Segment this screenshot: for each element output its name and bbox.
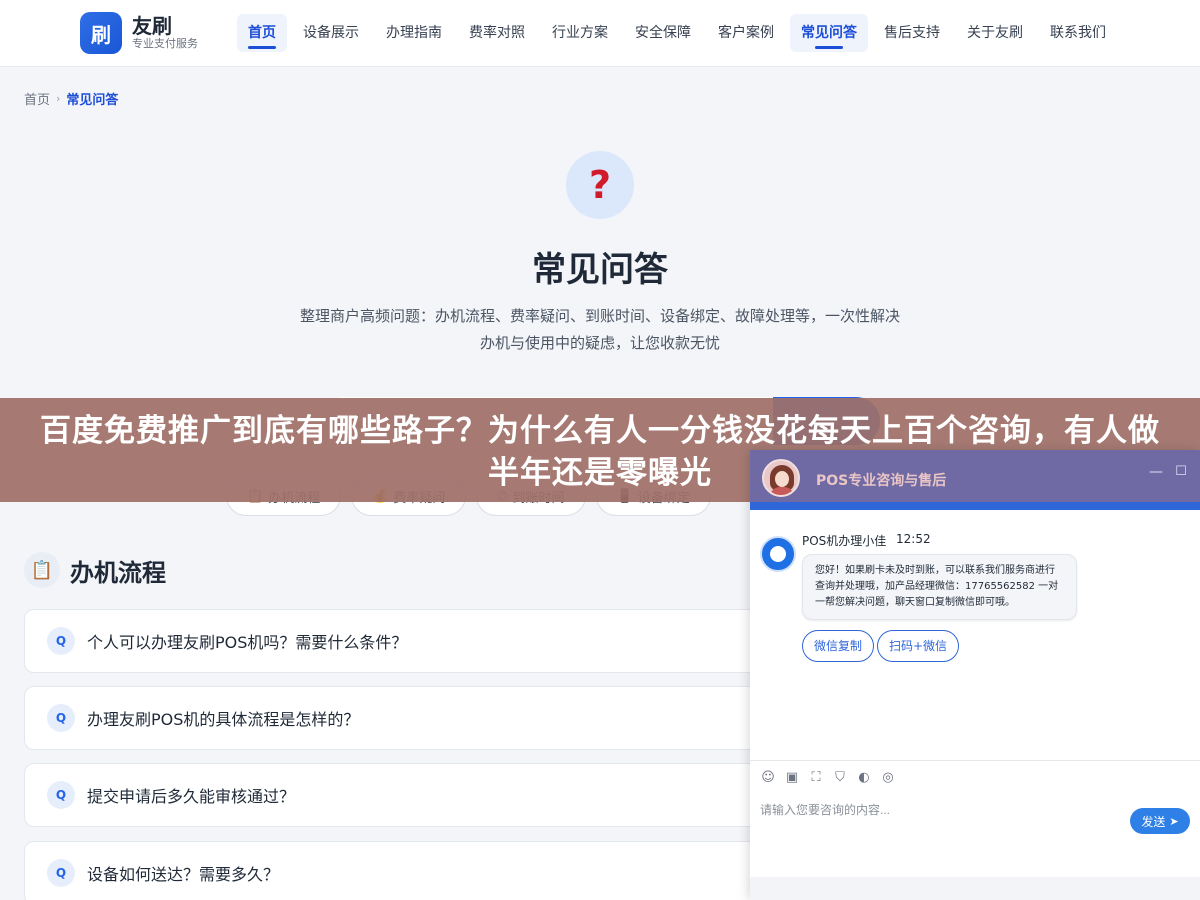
- section-heading: 📋 办机流程: [24, 552, 166, 588]
- shield-icon[interactable]: ⛉: [832, 770, 848, 786]
- faq-item[interactable]: Q 提交申请后多久能审核通过？: [24, 763, 784, 827]
- nav-item-devices[interactable]: 设备展示: [292, 14, 370, 52]
- brand-name: 友刷: [132, 14, 172, 38]
- nav-item-solutions[interactable]: 行业方案: [541, 14, 619, 52]
- nav-item-faq[interactable]: 常见问答: [790, 14, 868, 52]
- nav-item-security[interactable]: 安全保障: [624, 14, 702, 52]
- chat-message-input[interactable]: [760, 800, 1120, 820]
- chat-toolbar: ☺ ▣ ⛶ ⛉ ◐ ◎: [760, 770, 904, 786]
- question-mark-icon: ?: [566, 151, 634, 219]
- breadcrumb: 首页 › 常见问答: [24, 89, 118, 108]
- question-badge: Q: [47, 859, 75, 887]
- agent-name: POS机办理小佳: [802, 534, 887, 548]
- logo-mark: 刷: [80, 12, 122, 54]
- faq-question: 设备如何送达？需要多久？: [87, 865, 280, 884]
- brand-tagline: 专业支付服务: [132, 37, 198, 50]
- chat-title: POS专业咨询与售后: [816, 473, 947, 489]
- wechat-icon[interactable]: ◎: [880, 770, 896, 786]
- breadcrumb-home[interactable]: 首页: [24, 89, 50, 108]
- minimize-icon[interactable]: —: [1146, 462, 1166, 482]
- send-arrow-icon: ➤: [1169, 814, 1179, 828]
- logo-text: 友刷 专业支付服务: [132, 15, 198, 51]
- clipboard-icon: 📋: [24, 552, 60, 588]
- nav-item-guide[interactable]: 办理指南: [375, 14, 453, 52]
- nav-item-home[interactable]: 首页: [237, 14, 287, 52]
- page-description: 整理商户高频问题：办机流程、费率疑问、到账时间、设备绑定、故障处理等，一次性解决…: [300, 307, 901, 352]
- chat-widget: POS专业咨询与售后 — ☐ POS机办理小佳 12:52 您好！如果刷卡未及时…: [750, 450, 1200, 900]
- section-title: 办机流程: [70, 558, 166, 587]
- chat-message-bubble: 您好！如果刷卡未及时到账，可以联系我们服务商进行查询并处理哦，加产品经理微信：1…: [802, 554, 1077, 620]
- faq-item[interactable]: Q 办理友刷POS机的具体流程是怎样的？: [24, 686, 784, 750]
- chat-footer: [750, 877, 1200, 900]
- faq-question: 个人可以办理友刷POS机吗？需要什么条件？: [87, 633, 408, 652]
- question-badge: Q: [47, 704, 75, 732]
- site-header: 刷 友刷 专业支付服务 首页 设备展示 办理指南 费率对照 行业方案 安全保障 …: [0, 0, 1200, 67]
- main-nav: 首页 设备展示 办理指南 费率对照 行业方案 安全保障 客户案例 常见问答 售后…: [237, 14, 1122, 52]
- scan-wechat-button[interactable]: 扫码+微信: [877, 630, 960, 662]
- maximize-icon[interactable]: ☐: [1171, 462, 1191, 482]
- nav-item-cases[interactable]: 客户案例: [707, 14, 785, 52]
- faq-question: 提交申请后多久能审核通过？: [87, 787, 296, 806]
- faq-item[interactable]: Q 设备如何送达？需要多久？: [24, 841, 784, 900]
- breadcrumb-separator: ›: [56, 92, 61, 105]
- screenshot-icon[interactable]: ⛶: [808, 770, 824, 786]
- emoji-icon[interactable]: ☺: [760, 770, 776, 786]
- nav-item-rates[interactable]: 费率对照: [458, 14, 536, 52]
- support-avatar: [762, 459, 800, 497]
- chat-divider: [750, 760, 1200, 761]
- question-badge: Q: [47, 781, 75, 809]
- page-title: 常见问答: [532, 250, 668, 290]
- send-label: 发送: [1141, 814, 1166, 829]
- faq-item[interactable]: Q 个人可以办理友刷POS机吗？需要什么条件？: [24, 609, 784, 673]
- logo[interactable]: 刷 友刷 专业支付服务: [80, 12, 198, 54]
- faq-question: 办理友刷POS机的具体流程是怎样的？: [87, 710, 360, 729]
- nav-item-about[interactable]: 关于友刷: [956, 14, 1034, 52]
- agent-avatar: [760, 536, 796, 572]
- message-time: 12:52: [896, 532, 931, 546]
- copy-wechat-button[interactable]: 微信复制: [802, 630, 875, 662]
- image-icon[interactable]: ▣: [784, 770, 800, 786]
- nav-item-support[interactable]: 售后支持: [873, 14, 951, 52]
- nav-item-contact[interactable]: 联系我们: [1039, 14, 1117, 52]
- breadcrumb-current: 常见问答: [66, 93, 119, 108]
- send-button[interactable]: 发送 ➤: [1130, 808, 1190, 834]
- voice-icon[interactable]: ◐: [856, 770, 872, 786]
- question-badge: Q: [47, 627, 75, 655]
